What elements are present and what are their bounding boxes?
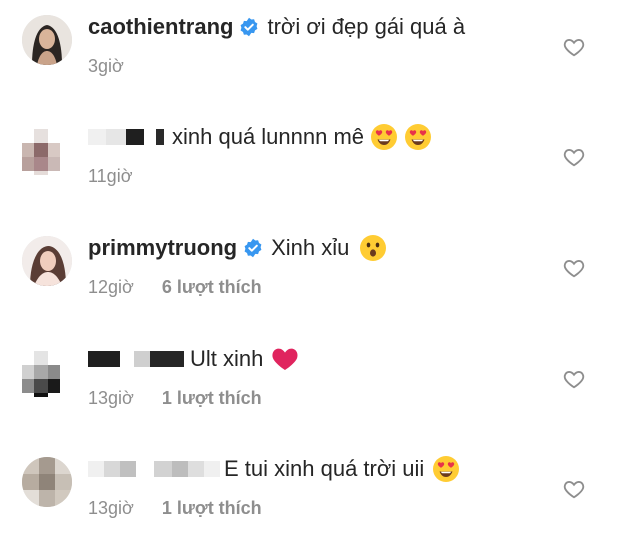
heart-outline-icon[interactable] (563, 478, 585, 500)
like-count[interactable]: 1 lượt thích (162, 388, 262, 409)
comment-meta: 11giờ (88, 164, 133, 188)
timestamp: 13giờ (88, 497, 134, 518)
username-censored[interactable] (88, 461, 220, 477)
comment-text: E tui xinh quá trời uii (224, 456, 425, 481)
username-censored[interactable] (88, 351, 184, 367)
comment-item: primmytruong Xinh xỉu 12giờ 6 lượt thích (0, 223, 620, 333)
username-censored[interactable] (88, 129, 164, 145)
heart-eyes-emoji (432, 455, 460, 483)
comment-text: Xinh xỉu (271, 235, 350, 260)
red-heart-emoji (271, 345, 299, 373)
avatar[interactable] (22, 15, 72, 65)
comment-line: xinh quá lunnnn mê (88, 120, 432, 154)
timestamp: 13giờ (88, 387, 134, 408)
comment-meta: 13giờ 1 lượt thích (88, 386, 262, 410)
username[interactable]: primmytruong (88, 235, 237, 261)
timestamp: 3giờ (88, 55, 124, 76)
comment-text: Ult xinh (190, 346, 264, 371)
avatar[interactable] (22, 457, 72, 507)
comment-line: primmytruong Xinh xỉu (88, 231, 387, 265)
avatar[interactable] (22, 347, 72, 397)
comment-text: trời ơi đẹp gái quá à (267, 14, 466, 39)
heart-outline-icon[interactable] (563, 36, 585, 58)
heart-outline-icon[interactable] (563, 257, 585, 279)
comment-meta: 3giờ (88, 54, 124, 78)
avatar[interactable] (22, 125, 72, 175)
like-count[interactable]: 6 lượt thích (162, 277, 262, 298)
astonished-emoji (359, 234, 387, 262)
comment-item: caothientrang trời ơi đẹp gái quá à 3giờ (0, 2, 620, 112)
heart-eyes-emoji (370, 123, 398, 151)
timestamp: 11giờ (88, 165, 133, 186)
comment-line: caothientrang trời ơi đẹp gái quá à (88, 10, 465, 44)
comment-text: xinh quá lunnnn mê (172, 124, 365, 149)
comment-line: Ult xinh (88, 342, 299, 376)
heart-outline-icon[interactable] (563, 146, 585, 168)
avatar[interactable] (22, 236, 72, 286)
verified-badge-icon (239, 17, 259, 37)
heart-eyes-emoji (404, 123, 432, 151)
heart-outline-icon[interactable] (563, 368, 585, 390)
timestamp: 12giờ (88, 276, 134, 297)
comment-item: Ult xinh 13giờ 1 lượt thích (0, 334, 620, 444)
comment-line: E tui xinh quá trời uii (88, 452, 460, 486)
verified-badge-icon (243, 238, 263, 258)
comment-item: E tui xinh quá trời uii 13giờ 1 lượt thí… (0, 444, 620, 554)
username[interactable]: caothientrang (88, 14, 233, 40)
comment-meta: 12giờ 6 lượt thích (88, 275, 262, 299)
comment-item: xinh quá lunnnn mê 11giờ (0, 112, 620, 222)
comment-meta: 13giờ 1 lượt thích (88, 496, 262, 520)
like-count[interactable]: 1 lượt thích (162, 498, 262, 519)
